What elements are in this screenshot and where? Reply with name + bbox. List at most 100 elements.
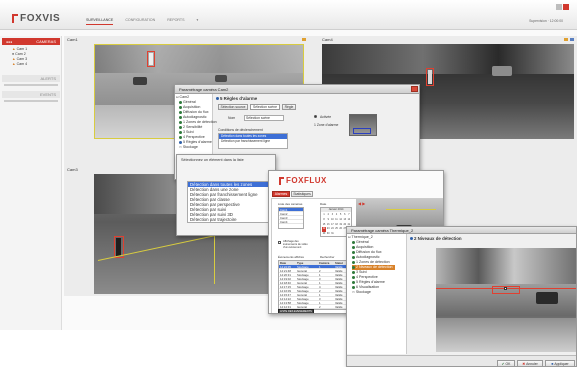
parked-car xyxy=(492,66,512,76)
check-icon: ✔ xyxy=(501,361,505,366)
dialog-title: Sélectionnez un élément dans la liste xyxy=(181,158,244,162)
status-icon xyxy=(179,121,182,124)
parked-car xyxy=(536,292,558,304)
camera-toolbar-icon[interactable] xyxy=(564,38,568,41)
checkbox-label: Affichage des évènements de vidéo d'un é… xyxy=(283,240,308,249)
nav-tab-configuration[interactable]: CONFIGURATION xyxy=(125,18,155,25)
status-icon xyxy=(352,251,355,254)
status-icon xyxy=(179,106,182,109)
sidebar-item-cam4[interactable]: ▲ Cam 4 xyxy=(12,62,27,67)
list-item[interactable]: Détection par trajectoire xyxy=(188,217,268,222)
tab-rule[interactable]: Règle xyxy=(282,104,296,110)
config-tabs: Sélection source Sélection scène Règle xyxy=(218,104,296,110)
tab-scene[interactable]: Sélection scène xyxy=(250,104,280,110)
sidebar-header-alerts[interactable]: ALERTS xyxy=(2,75,60,82)
rules-icon xyxy=(216,97,219,100)
road-surface xyxy=(436,318,576,352)
tree-collapse-icon: ⊟ xyxy=(348,235,351,239)
name-field[interactable]: Sélection scène xyxy=(244,115,284,121)
ok-button[interactable]: ✔ OK xyxy=(497,360,515,366)
camera-list[interactable]: Cam1 Cam2 Cam3 Cam4 xyxy=(278,207,304,229)
close-icon[interactable] xyxy=(411,86,418,92)
thermal-preview xyxy=(436,248,576,352)
sidebar-header-events[interactable]: EVENTS xyxy=(2,91,60,98)
nav-tab-reports[interactable]: REPORTS xyxy=(167,18,184,25)
status-icon xyxy=(352,286,355,289)
list-item[interactable]: Cam4 xyxy=(279,220,303,224)
conditions-list[interactable]: Détection dans toutes les zones Détectio… xyxy=(218,133,288,149)
conditions-label: Conditions de déclenchement xyxy=(218,128,263,132)
person-silhouette xyxy=(149,53,153,65)
status-icon xyxy=(179,141,182,144)
camera-label: Cam1 xyxy=(67,37,78,42)
tab-source[interactable]: Sélection source xyxy=(218,104,248,110)
events-list-button[interactable]: LISTE DES ÉVÈNEMENTS xyxy=(278,309,314,313)
thermal-tree: ⊟ Thermique_2 Général Acquisition Diffusi… xyxy=(347,234,407,354)
calendar-header[interactable]: Janvier 2014 xyxy=(321,208,351,212)
warning-icon: ▲ xyxy=(12,62,16,66)
logo-text: FOXFLUX xyxy=(286,176,327,185)
nav-tabs: SURVEILLANCE CONFIGURATION REPORTS ▾ xyxy=(86,18,198,25)
navigation-arrows[interactable]: ◀ ▶ xyxy=(358,201,365,206)
status-icon xyxy=(352,281,355,284)
nav-tab-surveillance[interactable]: SURVEILLANCE xyxy=(86,18,114,25)
panel-title: 2 Niveaux de détection xyxy=(410,236,462,241)
zone-label: 1 Zone d'alarme xyxy=(314,123,339,127)
camera-toolbar-icon[interactable] xyxy=(302,38,306,41)
slider-handle[interactable] xyxy=(504,287,507,290)
apply-icon: ■ xyxy=(551,361,554,366)
search-label[interactable]: Rechercher xyxy=(320,255,334,259)
status-icon xyxy=(352,246,355,249)
close-icon: ✖ xyxy=(522,361,526,366)
person-silhouette xyxy=(116,238,121,256)
status-icon xyxy=(352,266,355,269)
status-icon xyxy=(179,101,182,104)
events-table: Date Type Caméra Statut 14:22:05 Stockage… xyxy=(278,260,354,310)
events-label: Évènements affichés xyxy=(278,255,304,259)
level-icon xyxy=(410,237,413,240)
select-dialog: Sélectionnez un élément dans la liste Dé… xyxy=(176,154,276,236)
logo-bracket-icon xyxy=(279,176,284,185)
list-item[interactable]: Détection par franchissement ligne xyxy=(219,139,287,144)
tab-alarms[interactable]: Alarmes xyxy=(272,191,290,197)
date-label: Date xyxy=(320,202,327,206)
top-bar: FOXVIS SURVEILLANCE CONFIGURATION REPORT… xyxy=(0,0,577,30)
camera-toolbar-icon[interactable] xyxy=(570,38,574,41)
status-icon xyxy=(179,136,182,139)
foxvis-logo: FOXVIS xyxy=(12,12,60,24)
storage-icon: ▭ xyxy=(352,290,355,294)
nav-tab-dropdown-icon[interactable]: ▾ xyxy=(197,18,199,25)
options-list[interactable]: Détection dans toutes les zones Détectio… xyxy=(187,181,269,223)
camera-filter-label: Liste des caméras xyxy=(278,202,303,206)
active-radio[interactable] xyxy=(314,115,317,118)
status-icon xyxy=(352,271,355,274)
status-icon xyxy=(179,116,182,119)
storage-icon: ▭ xyxy=(179,145,182,149)
calendar-day[interactable]: 31 xyxy=(330,232,334,237)
window-controls xyxy=(556,4,569,10)
sidebar-slider[interactable] xyxy=(4,84,58,86)
status-icon xyxy=(352,261,355,264)
window-title: Paramétrage caméra Thermique_2 xyxy=(347,227,576,234)
cancel-button[interactable]: ✖ Annuler xyxy=(517,360,543,366)
preview-shape xyxy=(353,128,371,134)
table-rows: 14:22:05 Stockage 1 Validé 14:21:48 Général 2 V… xyxy=(279,265,353,309)
building-silhouette xyxy=(322,44,574,74)
active-label: Activée xyxy=(320,115,332,119)
status-icon xyxy=(179,131,182,134)
tab-statistics[interactable]: Statistiques xyxy=(291,191,313,197)
sidebar-slider[interactable] xyxy=(4,100,58,102)
apply-button[interactable]: ■ Appliquer xyxy=(545,360,575,366)
window-title: Paramétrage caméra Cam2 xyxy=(175,85,419,94)
tree-silhouette xyxy=(95,45,303,73)
minimize-icon[interactable] xyxy=(556,4,562,10)
tree-item-stockage[interactable]: ▭ Stockage xyxy=(352,290,371,295)
logo-text: FOXVIS xyxy=(20,12,61,24)
close-icon[interactable] xyxy=(563,4,569,10)
tree-item-stockage[interactable]: ▭ Stockage xyxy=(179,145,198,150)
config-window-thermal: Paramétrage caméra Thermique_2 ⊟ Thermiqu… xyxy=(346,226,577,367)
display-checkbox[interactable] xyxy=(278,241,281,244)
thermal-panel: 2 Niveaux de détection xyxy=(408,234,576,354)
panel-title: 5 Règles d'alarme xyxy=(216,96,257,101)
parked-car xyxy=(133,77,147,85)
